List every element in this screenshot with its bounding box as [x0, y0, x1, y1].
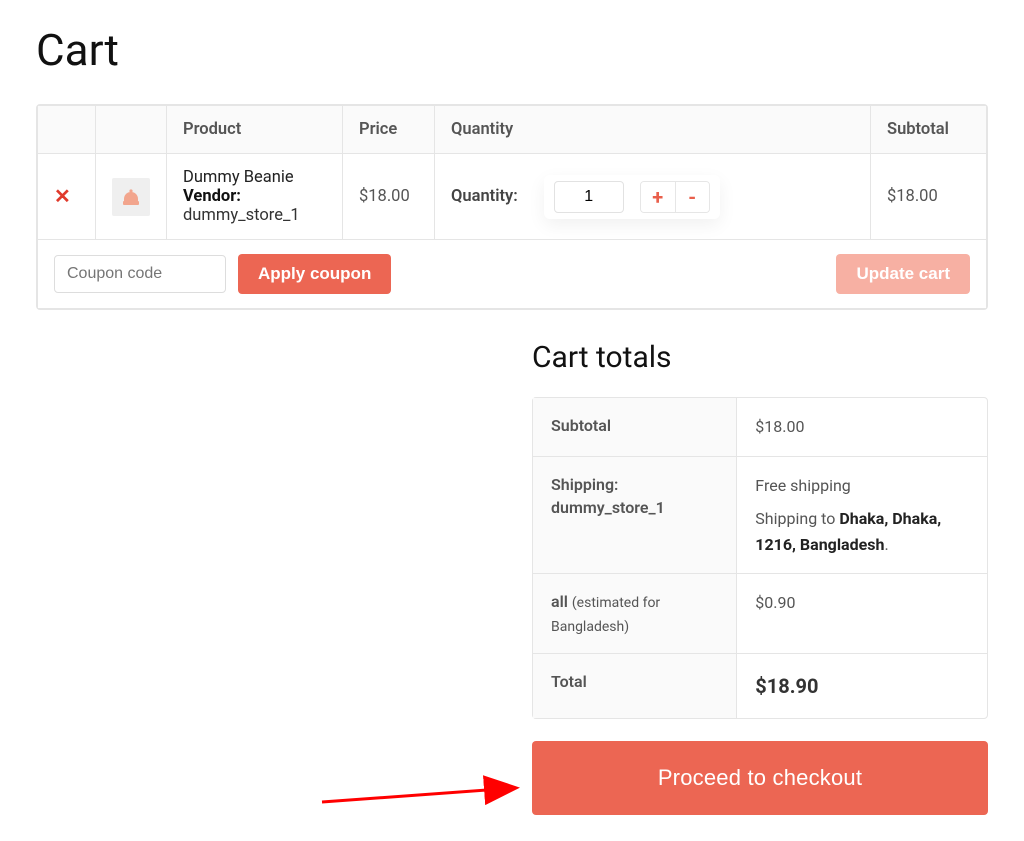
page-title: Cart — [36, 24, 988, 76]
header-quantity: Quantity — [435, 106, 871, 154]
header-subtotal: Subtotal — [871, 106, 987, 154]
remove-item-button[interactable]: ✕ — [54, 186, 71, 206]
cart-totals-box: Subtotal $18.00 Shipping: dummy_store_1 … — [532, 397, 988, 719]
item-subtotal: $18.00 — [871, 154, 987, 240]
product-name-link[interactable]: Dummy Beanie — [183, 168, 326, 187]
shipping-value: Free shipping Shipping to Dhaka, Dhaka, … — [737, 457, 987, 574]
cart-totals-title: Cart totals — [532, 340, 988, 375]
item-price: $18.00 — [343, 154, 435, 240]
header-thumb — [96, 106, 167, 154]
cart-totals-section: Cart totals Subtotal $18.00 Shipping: du… — [532, 340, 988, 815]
update-cart-button[interactable]: Update cart — [836, 254, 970, 294]
tax-label: all (estimated for Bangladesh) — [533, 574, 737, 653]
subtotal-value: $18.00 — [737, 398, 987, 456]
cart-table: Product Price Quantity Subtotal ✕ — [36, 104, 988, 310]
cart-actions-row: Apply coupon Update cart — [38, 240, 987, 309]
tax-value: $0.90 — [737, 574, 987, 653]
apply-coupon-button[interactable]: Apply coupon — [238, 254, 391, 294]
product-thumbnail[interactable] — [112, 178, 150, 216]
vendor-label: Vendor: — [183, 187, 241, 206]
vendor-link[interactable]: dummy_store_1 — [183, 206, 300, 225]
cart-row: ✕ Dummy Beanie — [38, 154, 987, 240]
header-product: Product — [167, 106, 343, 154]
total-label: Total — [533, 654, 737, 718]
quantity-increase-button[interactable]: + — [641, 182, 675, 212]
subtotal-label: Subtotal — [533, 398, 737, 456]
total-value: $18.90 — [737, 654, 987, 718]
quantity-input[interactable] — [554, 181, 624, 213]
quantity-controls: + - — [544, 175, 720, 219]
proceed-to-checkout-button[interactable]: Proceed to checkout — [532, 741, 988, 815]
header-price: Price — [343, 106, 435, 154]
shipping-label: Shipping: dummy_store_1 — [533, 457, 737, 574]
header-remove — [38, 106, 96, 154]
beanie-icon — [119, 185, 143, 209]
coupon-code-input[interactable] — [54, 255, 226, 293]
quantity-label: Quantity: — [451, 187, 518, 206]
quantity-decrease-button[interactable]: - — [675, 182, 709, 212]
